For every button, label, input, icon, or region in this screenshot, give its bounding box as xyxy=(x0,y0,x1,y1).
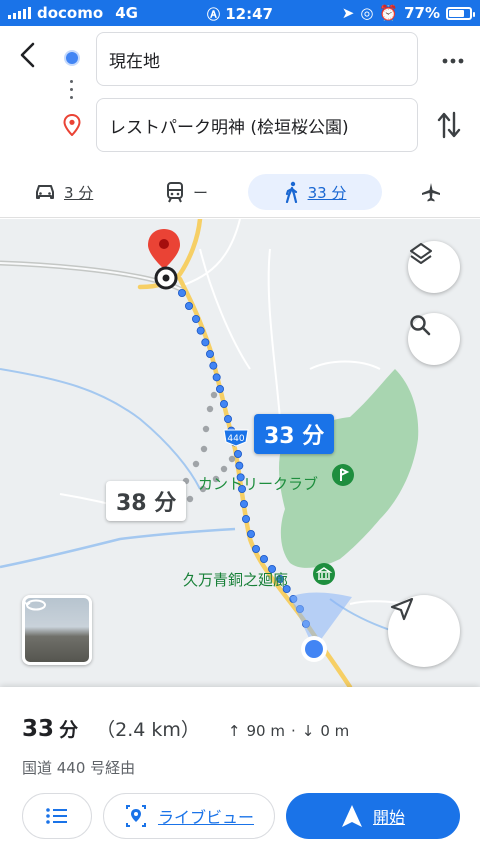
my-location-button[interactable] xyxy=(388,595,460,667)
alt-route-dot xyxy=(228,455,236,463)
transit-time: ー xyxy=(193,183,209,202)
route-dot xyxy=(212,373,221,382)
navigation-arrow-icon xyxy=(390,597,414,621)
destination-pin-icon xyxy=(63,114,81,136)
live-view-button[interactable]: ライブビュー xyxy=(103,793,275,839)
route-dot xyxy=(241,514,250,523)
ascent: 90 m xyxy=(246,722,285,740)
more-options-icon[interactable] xyxy=(440,48,466,74)
route-dot xyxy=(239,499,248,508)
route-dot xyxy=(223,414,232,423)
alt-route-dot xyxy=(200,445,208,453)
route-time-primary[interactable]: 33 分 xyxy=(254,414,335,454)
rotate-360-icon xyxy=(25,599,46,611)
elevation: ↑ 90 m · ↓ 0 m xyxy=(227,722,350,740)
drive-time: 3 分 xyxy=(64,183,94,202)
alt-route-dot xyxy=(202,425,210,433)
route-dot xyxy=(205,349,214,358)
destination-field[interactable]: レストパーク明神 (桧垣桜公園) xyxy=(96,98,418,152)
route-dot xyxy=(209,361,218,370)
route-dot xyxy=(177,289,186,298)
minor-road xyxy=(309,360,381,370)
route-time-alternate[interactable]: 38 分 xyxy=(106,481,187,521)
river xyxy=(0,527,236,569)
street-view-thumbnail[interactable] xyxy=(22,595,92,665)
road-shield-440: 440 xyxy=(223,429,249,447)
steps-list-button[interactable] xyxy=(22,793,92,839)
route-dot xyxy=(215,384,224,393)
tab-transit[interactable]: ー xyxy=(165,174,208,210)
minor-road xyxy=(267,248,281,420)
tab-flight[interactable] xyxy=(420,174,442,210)
alarm-icon: ⏰ xyxy=(379,4,399,22)
status-bar: docomo 4G Ⓐ 12:47 ➤ ◎ ⏰ 77% xyxy=(0,0,480,26)
road-shield-label: 440 xyxy=(227,434,244,444)
route-dot xyxy=(246,529,255,538)
map-search-button[interactable] xyxy=(408,313,460,365)
car-icon xyxy=(36,185,54,199)
search-icon xyxy=(410,315,431,336)
back-arrow-icon[interactable] xyxy=(14,40,44,70)
distance: （2.4 km） xyxy=(96,719,200,741)
walking-person-icon xyxy=(285,181,297,203)
duration-unit: 分 xyxy=(59,719,79,741)
golf-icon xyxy=(332,464,354,486)
start-navigation-button[interactable]: 開始 xyxy=(286,793,460,839)
alt-route-dot xyxy=(206,405,214,413)
river xyxy=(0,368,201,490)
route-dot xyxy=(219,399,228,408)
location-arrow-icon: Ⓐ xyxy=(207,8,221,23)
live-view-label: ライブビュー xyxy=(157,808,254,827)
start-label: 開始 xyxy=(372,808,405,827)
orientation-lock-icon: ◎ xyxy=(360,4,374,22)
poi-museum-label[interactable]: 久万青銅之廻廊 xyxy=(183,569,288,590)
origin-dot-icon xyxy=(66,52,78,64)
directions-header: 現在地 レストパーク明神 (桧垣桜公園) xyxy=(0,26,480,161)
walk-time: 33 分 xyxy=(307,183,347,202)
descent: 0 m xyxy=(320,722,350,740)
route-summary: 33 分 （2.4 km） ↑ 90 m · ↓ 0 m xyxy=(22,715,349,742)
route-dot xyxy=(251,544,260,553)
layers-button[interactable] xyxy=(408,241,460,293)
descent-icon: ↓ xyxy=(301,722,315,740)
route-dot xyxy=(233,449,242,458)
route-dot xyxy=(259,554,268,563)
route-dots-icon xyxy=(70,80,74,106)
route-dot xyxy=(196,326,205,335)
route-dot xyxy=(191,315,200,324)
map-view[interactable]: 440 カントリークラブ 久万青銅之廻廊 33 分 38 分 xyxy=(0,219,480,687)
alt-route-dot xyxy=(210,391,218,399)
layers-icon xyxy=(410,243,432,264)
museum-icon xyxy=(313,563,335,585)
swap-icon[interactable] xyxy=(436,110,462,140)
tab-drive[interactable]: 3 分 xyxy=(34,174,93,210)
tab-walk[interactable]: 33 分 xyxy=(248,174,382,210)
route-summary-sheet[interactable]: 33 分 （2.4 km） ↑ 90 m · ↓ 0 m 国道 440 号経由 ライ… xyxy=(0,687,480,854)
clock: 12:47 xyxy=(225,5,273,23)
battery-icon xyxy=(446,6,475,20)
alt-route-dot xyxy=(192,460,200,468)
navigation-icon xyxy=(341,805,362,827)
route-dot xyxy=(184,302,193,311)
ascent-icon: ↑ xyxy=(227,722,241,740)
list-icon xyxy=(46,808,67,824)
battery-percent: 77% xyxy=(404,4,440,22)
airplane-icon xyxy=(422,183,440,202)
origin-field[interactable]: 現在地 xyxy=(96,32,418,86)
location-icon: ➤ xyxy=(341,4,355,22)
route-via: 国道 440 号経由 xyxy=(22,759,136,777)
route-dot xyxy=(201,338,210,347)
live-view-icon xyxy=(125,805,146,827)
route-dot xyxy=(235,461,244,470)
train-icon xyxy=(167,182,183,203)
poi-country-club-label[interactable]: カントリークラブ xyxy=(198,473,318,494)
travel-mode-tabs: 3 分 ー 33 分 xyxy=(0,170,480,218)
alt-route-dot xyxy=(186,495,194,503)
duration-value: 33 xyxy=(22,716,55,742)
alt-route-dot xyxy=(220,465,228,473)
